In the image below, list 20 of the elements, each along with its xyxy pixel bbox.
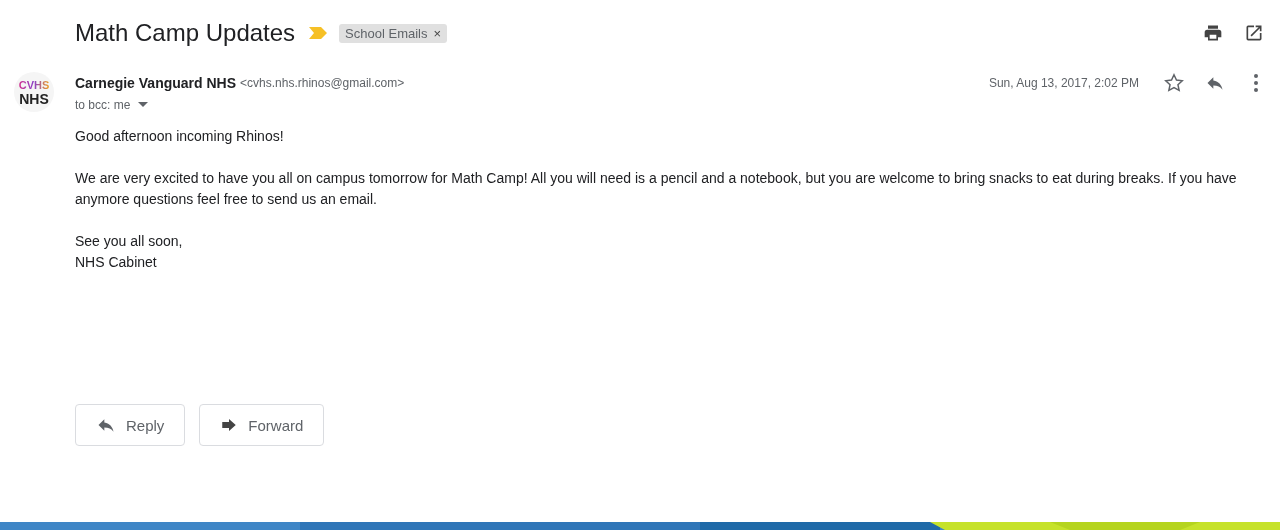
avatar-text: NHS	[19, 92, 49, 106]
avatar-text: CVHS	[18, 78, 50, 92]
vertical-dots-icon	[1253, 73, 1259, 93]
external-link-icon	[1244, 23, 1264, 43]
message-paragraph: Good afternoon incoming Rhinos!	[75, 127, 285, 146]
sender-name: Carnegie Vanguard NHS	[75, 75, 237, 91]
message-paragraph: See you all soon, NHS Cabinet	[75, 232, 184, 272]
label-chip[interactable]: School Emails ×	[339, 23, 448, 43]
star-icon	[1163, 72, 1185, 94]
remove-label-button[interactable]: ×	[433, 25, 442, 41]
sender-email: <cvhs.nhs.rhinos@gmail.com>	[240, 76, 405, 90]
reply-button[interactable]: Reply	[75, 404, 186, 446]
forward-button[interactable]: Forward	[199, 404, 325, 446]
email-subject: Math Camp Updates	[75, 19, 296, 47]
recipients-text: to bcc: me	[75, 98, 131, 112]
email-date: Sun, Aug 13, 2017, 2:02 PM	[988, 76, 1139, 90]
message-paragraph: We are very excited to have you all on campus tomorrow for Math Camp! All you will need is a pencil and a notebook, but you are welcome to bring snacks to eat during breaks. If you have anymore questions feel free to send us an email.	[75, 169, 1238, 209]
printer-icon	[1203, 23, 1223, 43]
dropdown-caret-icon[interactable]	[138, 102, 149, 108]
importance-marker-icon[interactable]	[309, 27, 328, 39]
